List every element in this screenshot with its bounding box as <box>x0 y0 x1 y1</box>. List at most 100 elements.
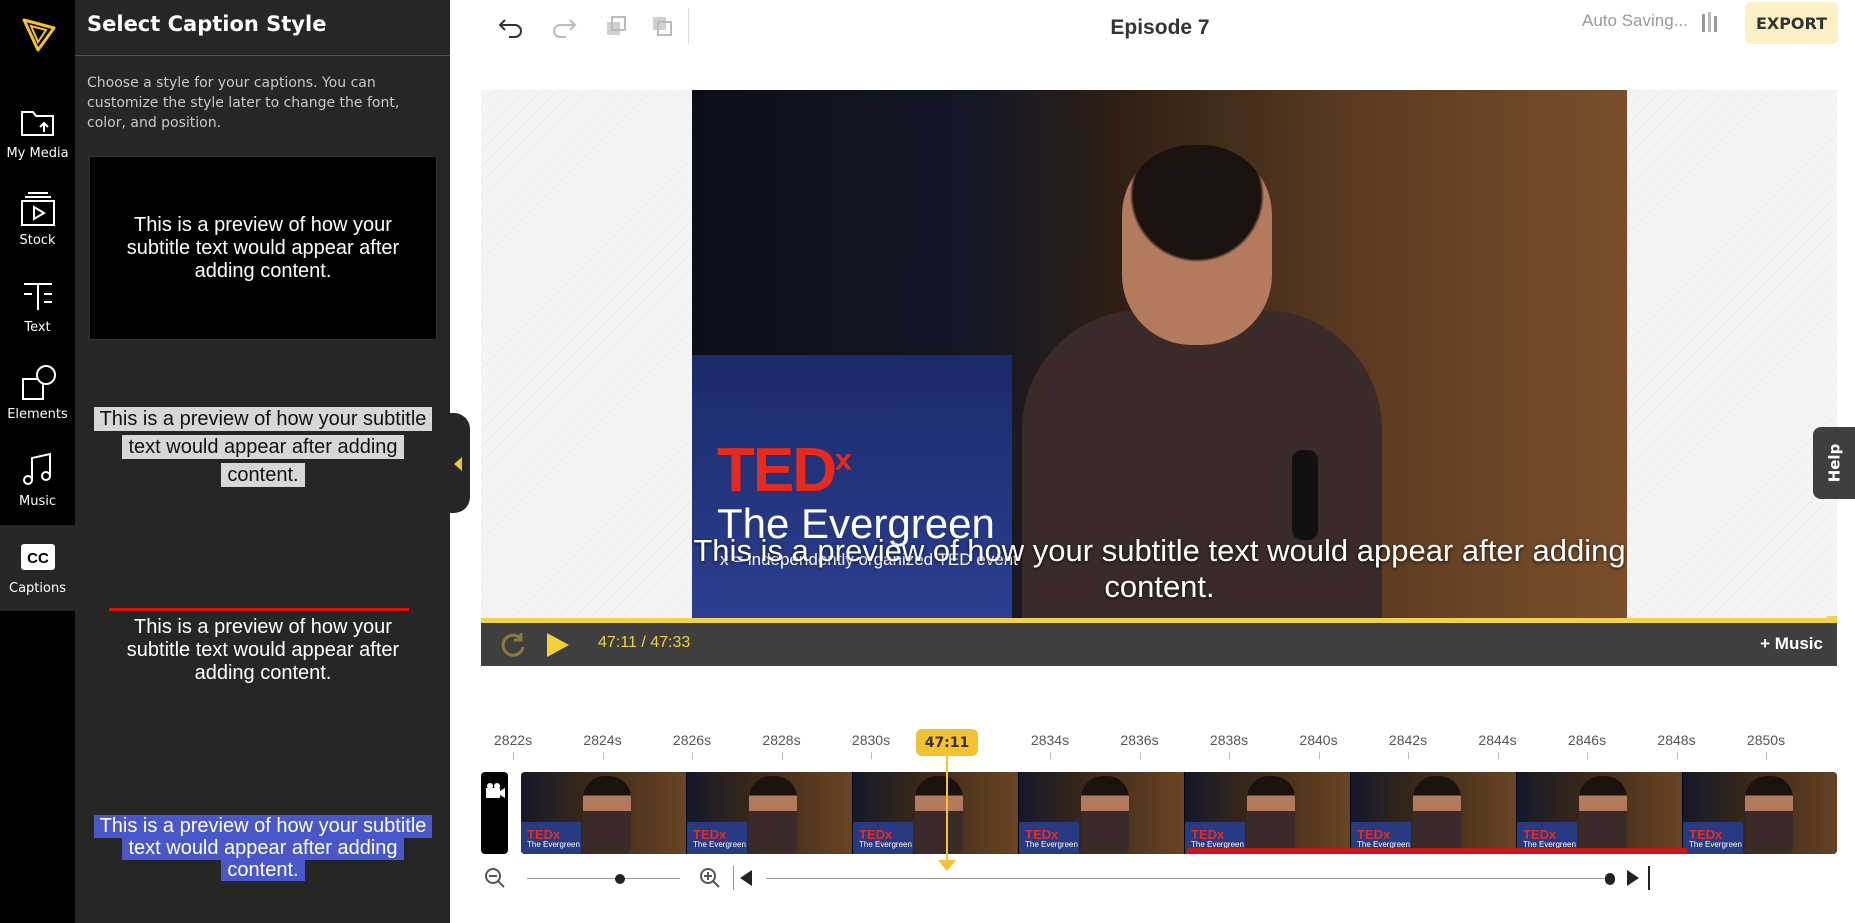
ruler-tick-mark <box>602 752 604 759</box>
filmstrip-thumbnail: TEDx The Evergreen <box>1019 772 1185 854</box>
timecode: 47:11 / 47:33 <box>598 634 690 652</box>
ruler-tick-label: 2830s <box>851 732 891 748</box>
thumb-speaker <box>1579 776 1627 854</box>
caption-style-red-bar[interactable]: This is a preview of how your subtitle t… <box>89 608 437 685</box>
undo-button[interactable] <box>495 10 527 42</box>
zoom-in-icon[interactable] <box>699 867 721 889</box>
ruler-tick-label: 2840s <box>1299 732 1338 748</box>
ruler-tick-label: 2846s <box>1567 732 1607 748</box>
thumb-speaker <box>915 776 963 854</box>
nav-label: Music <box>19 494 56 509</box>
timeline-scroll-handle[interactable] <box>1605 873 1615 885</box>
nav-text[interactable]: Text <box>0 264 75 350</box>
filmstrip-thumbnail: TEDx The Evergreen <box>1517 772 1683 854</box>
video-clip-icon <box>486 783 505 798</box>
nav-label: Text <box>24 320 51 335</box>
ruler-tick-label: 2850s <box>1746 732 1786 748</box>
caption-style-boxed[interactable]: This is a preview of how your subtitle t… <box>89 405 437 489</box>
filmstrip-thumbnail: TEDx The Evergreen <box>1185 772 1351 854</box>
caption-style-classic[interactable]: This is a preview of how your subtitle t… <box>89 156 437 340</box>
ruler-tick-mark <box>781 752 783 759</box>
thumb-speaker <box>749 776 797 854</box>
help-button[interactable]: Help <box>1813 427 1855 499</box>
timeline-ruler[interactable]: 2822s 2824s 2826s 2828s 2830s 2834s 2836s 2838s… <box>481 730 1837 760</box>
ruler-tick-label: 2838s <box>1209 732 1249 748</box>
scroll-left-icon[interactable] <box>740 870 752 886</box>
add-music-button[interactable]: + Music <box>1760 634 1823 654</box>
ruler-tick-mark <box>1050 752 1051 759</box>
playhead-handle[interactable] <box>938 860 956 871</box>
export-button[interactable]: EXPORT <box>1745 2 1838 44</box>
nav-captions[interactable]: CC Captions <box>0 525 75 611</box>
zoom-out-icon[interactable] <box>484 867 506 889</box>
speaker-head <box>1122 145 1272 345</box>
panel-title: Select Caption Style <box>87 12 327 36</box>
replay-icon[interactable] <box>499 630 529 660</box>
panel-description: Choose a style for your captions. You ca… <box>87 75 400 131</box>
time-separator: / <box>641 634 646 651</box>
thumb-speaker <box>1413 776 1461 854</box>
ruler-tick-label: 2834s <box>1030 732 1070 748</box>
ruler-tick-label: 2844s <box>1478 732 1517 748</box>
nav-rail: My Media Stock Text Elements Music CC Ca… <box>0 0 75 923</box>
subtitle-overlay[interactable]: This is a preview of how your subtitle t… <box>692 533 1627 605</box>
bring-forward-button[interactable] <box>600 10 632 42</box>
folder-upload-icon <box>20 111 54 136</box>
player-controls: 47:11 / 47:33 + Music <box>481 623 1837 666</box>
nav-music[interactable]: Music <box>0 438 75 524</box>
logo-icon <box>22 18 55 52</box>
ruler-tick-mark <box>1229 752 1230 759</box>
help-label: Help <box>1824 443 1843 483</box>
timeline-scroll-end <box>1648 866 1650 890</box>
ruler-tick-mark <box>1766 752 1767 759</box>
ruler-tick-mark <box>692 752 693 759</box>
ruler-tick-label: 2826s <box>672 732 712 748</box>
cc-icon: CC <box>20 544 55 570</box>
playhead-time-badge[interactable]: 47:11 <box>916 729 978 756</box>
caret-left-icon <box>454 457 462 471</box>
ruler-tick-mark <box>1318 752 1320 759</box>
nav-label: My Media <box>6 146 69 161</box>
ruler-tick-mark <box>1408 752 1409 759</box>
layer-backward-icon <box>653 17 672 36</box>
rail-filler <box>0 611 75 923</box>
layer-forward-icon <box>607 16 626 35</box>
play-button[interactable] <box>547 633 569 657</box>
zoom-slider-track[interactable] <box>527 878 680 879</box>
app-logo[interactable] <box>0 14 75 74</box>
track-start-marker <box>481 772 508 854</box>
toolbar-divider <box>688 8 689 44</box>
redo-icon <box>553 19 577 38</box>
stock-video-icon <box>20 192 55 226</box>
thumb-event: The Evergreen <box>527 840 580 849</box>
nav-my-media[interactable]: My Media <box>0 90 75 176</box>
nav-label: Stock <box>19 233 56 248</box>
thumb-event: The Evergreen <box>1689 840 1742 849</box>
video-track[interactable]: TEDx The Evergreen TEDx The Evergreen TEDx Th… <box>521 772 1837 854</box>
ruler-tick-label: 2824s <box>583 732 622 748</box>
ruler-tick-label: 2828s <box>762 732 801 748</box>
redo-button[interactable] <box>548 10 580 42</box>
filmstrip-thumbnail: TEDx The Evergreen <box>1683 772 1837 854</box>
nav-stock[interactable]: Stock <box>0 177 75 263</box>
caption-style-blue-highlight[interactable]: This is a preview of how your subtitle t… <box>89 815 437 881</box>
playhead-line[interactable] <box>946 756 948 864</box>
thumb-speaker <box>1247 776 1295 854</box>
project-title[interactable]: Episode 7 <box>1060 16 1260 40</box>
zoom-slider-handle[interactable] <box>615 874 625 884</box>
ruler-tick-mark <box>1497 752 1499 759</box>
ruler-tick-mark <box>1676 752 1678 759</box>
scroll-right-icon[interactable] <box>1627 870 1639 886</box>
video-tedx-logo: TEDx <box>717 436 852 505</box>
collapse-panel-button[interactable] <box>448 413 470 513</box>
thumb-event: The Evergreen <box>1025 840 1078 849</box>
nav-elements[interactable]: Elements <box>0 351 75 437</box>
ruler-tick-mark <box>1587 752 1588 759</box>
timeline-scroll-track[interactable] <box>766 878 1608 879</box>
caption-track-segment[interactable] <box>1187 848 1687 854</box>
auto-saving-status: Auto Saving... <box>1582 11 1688 30</box>
ruler-tick-mark <box>871 752 872 759</box>
caption-style-panel: Select Caption Style Choose a style for … <box>75 0 450 923</box>
send-backward-button[interactable] <box>646 10 678 42</box>
filmstrip-thumbnail: TEDx The Evergreen <box>687 772 853 854</box>
